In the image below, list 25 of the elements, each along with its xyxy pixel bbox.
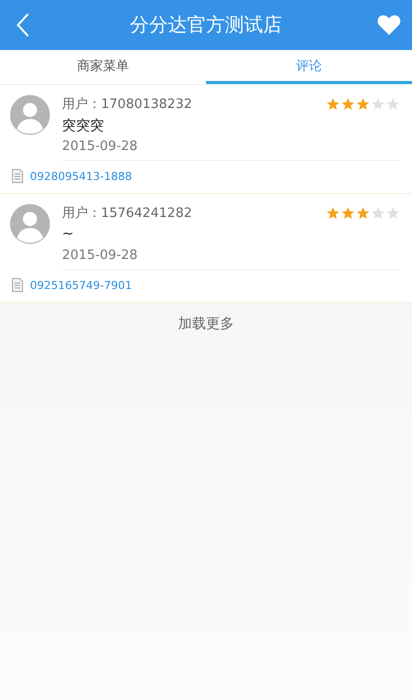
star-icon [356, 97, 370, 111]
star-icon [341, 206, 355, 220]
star-icon [326, 97, 340, 111]
document-icon [12, 169, 23, 183]
star-icon [356, 206, 370, 220]
user-label: 用户：15764241282 [62, 205, 192, 222]
avatar-icon [10, 204, 50, 244]
star-icon [371, 206, 385, 220]
user-label: 用户：17080138232 [62, 96, 192, 113]
tab[interactable]: 商家菜单 [0, 50, 206, 84]
document-icon [12, 278, 23, 292]
load-more-button[interactable]: 加载更多 [178, 303, 234, 345]
star-icon [326, 206, 340, 220]
order-number-link[interactable]: 0925165749-7901 [30, 278, 132, 292]
comment-text: 突突突 [62, 117, 105, 135]
avatar-icon [10, 95, 50, 135]
star-icon [341, 97, 355, 111]
store-title: 分分达官方测试店 [130, 13, 282, 38]
review-date: 2015-09-28 [62, 139, 139, 154]
star-icon [386, 97, 400, 111]
star-icon [386, 206, 400, 220]
review-date: 2015-09-28 [62, 248, 139, 263]
order-number-link[interactable]: 0928095413-1888 [30, 170, 132, 182]
star-icon [371, 97, 385, 111]
comment-text: ~ [62, 226, 75, 244]
